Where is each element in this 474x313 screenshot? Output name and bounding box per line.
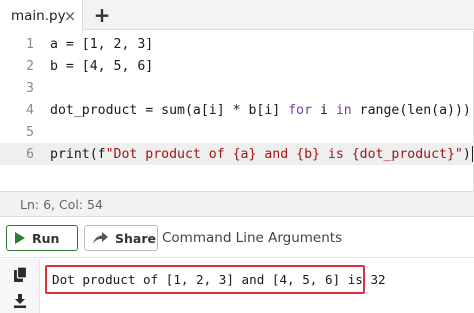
line-number: 5 — [26, 124, 34, 140]
line-number: 1 — [26, 36, 34, 52]
code-line[interactable]: 3 — [0, 77, 474, 99]
toolbar: Run Share — [0, 217, 474, 258]
line-number: 2 — [26, 58, 34, 74]
command-line-arguments-input[interactable] — [160, 225, 466, 251]
run-button-label: Run — [32, 230, 60, 246]
copy-icon[interactable] — [12, 266, 28, 282]
line-number: 6 — [26, 146, 34, 162]
line-number: 3 — [26, 80, 34, 96]
output-panel: Dot product of [1, 2, 3] and [4, 5, 6] i… — [0, 259, 474, 313]
cursor-position: Ln: 6, Col: 54 — [20, 196, 103, 212]
status-bar: Ln: 6, Col: 54 — [0, 191, 474, 217]
output-highlight: Dot product of [1, 2, 3] and [4, 5, 6] i… — [45, 265, 386, 294]
line-number: 4 — [26, 102, 34, 118]
run-button[interactable]: Run — [6, 225, 78, 251]
code-editor[interactable]: 1 a = [1, 2, 3] 2 b = [4, 5, 6] 3 4 dot_produc… — [0, 31, 474, 191]
close-icon[interactable]: × — [58, 0, 82, 31]
play-icon — [15, 232, 25, 244]
share-button-label: Share — [115, 230, 156, 246]
code-text: a = [1, 2, 3] — [50, 36, 154, 52]
add-tab-button[interactable]: + — [89, 3, 115, 27]
code-line[interactable]: 2 b = [4, 5, 6] — [0, 55, 474, 77]
code-text: print(f"Dot product of {a} and {b} is {d… — [50, 146, 473, 162]
code-text: b = [4, 5, 6] — [50, 58, 154, 74]
code-line[interactable]: 1 a = [1, 2, 3] — [0, 33, 474, 55]
tab-main-py[interactable]: main.py × — [0, 0, 83, 31]
code-line[interactable]: 4 dot_product = sum(a[i] * b[i] for i in … — [0, 99, 474, 121]
tab-bar: main.py × + — [0, 0, 474, 31]
output-sidebar — [0, 259, 40, 313]
share-button[interactable]: Share — [84, 225, 158, 251]
code-line[interactable]: 6 print(f"Dot product of {a} and {b} is {… — [0, 143, 474, 165]
text-cursor — [471, 146, 473, 162]
code-text: dot_product = sum(a[i] * b[i] for i in r… — [50, 102, 471, 118]
code-line[interactable]: 5 — [0, 121, 474, 143]
download-icon[interactable] — [12, 293, 28, 309]
output-text: Dot product of [1, 2, 3] and [4, 5, 6] i… — [52, 272, 386, 287]
share-icon — [93, 231, 108, 244]
